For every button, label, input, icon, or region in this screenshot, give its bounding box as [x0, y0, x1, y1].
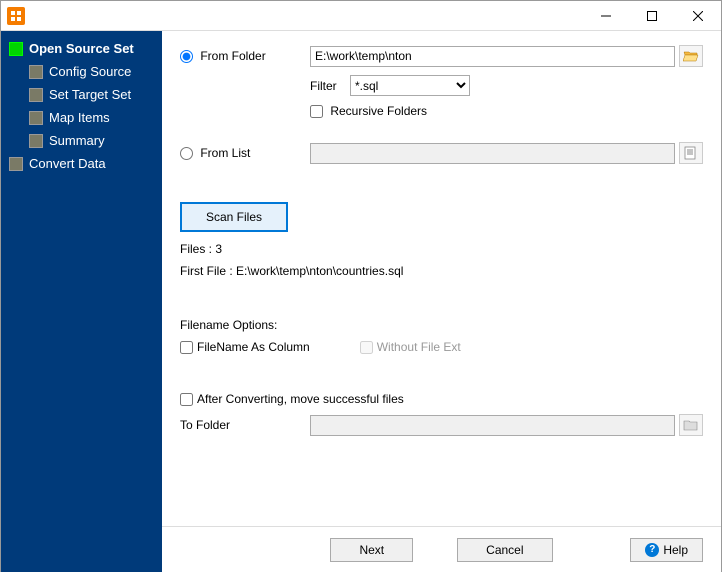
sidebar-item-label: Summary	[49, 133, 105, 148]
sidebar-item-config-source[interactable]: Config Source	[1, 60, 162, 83]
tree-node-icon	[9, 42, 23, 56]
sidebar-item-label: Open Source Set	[29, 41, 134, 56]
close-button[interactable]	[675, 1, 721, 31]
titlebar	[1, 1, 721, 31]
sidebar: Open Source Set Config Source Set Target…	[1, 31, 162, 572]
cancel-button[interactable]: Cancel	[457, 538, 552, 562]
browse-folder-button[interactable]	[679, 45, 703, 67]
after-convert-checkbox[interactable]	[180, 393, 193, 406]
sidebar-item-label: Convert Data	[29, 156, 106, 171]
browse-to-folder-button[interactable]	[679, 414, 703, 436]
help-button-label: Help	[663, 543, 688, 557]
without-ext-label: Without File Ext	[360, 340, 461, 354]
filter-label: Filter	[310, 79, 350, 93]
tree-node-icon	[29, 65, 43, 79]
sidebar-item-map-items[interactable]: Map Items	[1, 106, 162, 129]
sidebar-item-open-source-set[interactable]: Open Source Set	[1, 37, 162, 60]
file-list-icon	[683, 146, 699, 160]
next-button[interactable]: Next	[330, 538, 413, 562]
from-list-input[interactable]	[310, 143, 675, 164]
from-folder-label-text: From Folder	[200, 49, 265, 63]
after-convert-text: After Converting, move successful files	[197, 392, 404, 406]
sidebar-item-convert-data[interactable]: Convert Data	[1, 152, 162, 175]
sidebar-item-set-target-set[interactable]: Set Target Set	[1, 83, 162, 106]
without-ext-checkbox	[360, 341, 373, 354]
app-icon	[7, 7, 25, 25]
minimize-button[interactable]	[583, 1, 629, 31]
recursive-label-text: Recursive Folders	[330, 104, 427, 118]
filename-options-heading: Filename Options:	[180, 318, 703, 332]
filename-as-column-text: FileName As Column	[197, 340, 310, 354]
folder-open-icon	[683, 49, 699, 63]
from-folder-radio[interactable]	[180, 50, 193, 63]
sidebar-item-label: Config Source	[49, 64, 131, 79]
first-file-label: First File : E:\work\temp\nton\countries…	[180, 264, 703, 278]
from-list-radio-label[interactable]: From List	[180, 146, 250, 160]
bottom-bar: Next Cancel ? Help	[162, 526, 721, 572]
filename-as-column-checkbox[interactable]	[180, 341, 193, 354]
tree-node-icon	[29, 111, 43, 125]
filter-select[interactable]: *.sql	[350, 75, 470, 96]
from-list-radio[interactable]	[180, 147, 193, 160]
maximize-button[interactable]	[629, 1, 675, 31]
to-folder-label: To Folder	[180, 418, 230, 432]
from-folder-input[interactable]	[310, 46, 675, 67]
help-button[interactable]: ? Help	[630, 538, 703, 562]
filename-as-column-label[interactable]: FileName As Column	[180, 340, 310, 354]
to-folder-input[interactable]	[310, 415, 675, 436]
without-ext-text: Without File Ext	[377, 340, 461, 354]
tree-node-icon	[29, 88, 43, 102]
files-count-label: Files : 3	[180, 242, 703, 256]
tree-node-icon	[9, 157, 23, 171]
after-convert-label[interactable]: After Converting, move successful files	[180, 392, 404, 406]
main-panel: From Folder Filter *.sql Recursive Folde…	[162, 31, 721, 572]
recursive-checkbox-label[interactable]: Recursive Folders	[310, 104, 427, 118]
tree-node-icon	[29, 134, 43, 148]
scan-files-button[interactable]: Scan Files	[180, 202, 288, 232]
sidebar-item-label: Set Target Set	[49, 87, 131, 102]
from-folder-radio-label[interactable]: From Folder	[180, 49, 266, 63]
from-list-label-text: From List	[200, 146, 250, 160]
help-icon: ?	[645, 543, 659, 557]
sidebar-item-label: Map Items	[49, 110, 110, 125]
browse-list-button[interactable]	[679, 142, 703, 164]
folder-icon	[683, 418, 699, 432]
sidebar-item-summary[interactable]: Summary	[1, 129, 162, 152]
recursive-checkbox[interactable]	[310, 105, 323, 118]
